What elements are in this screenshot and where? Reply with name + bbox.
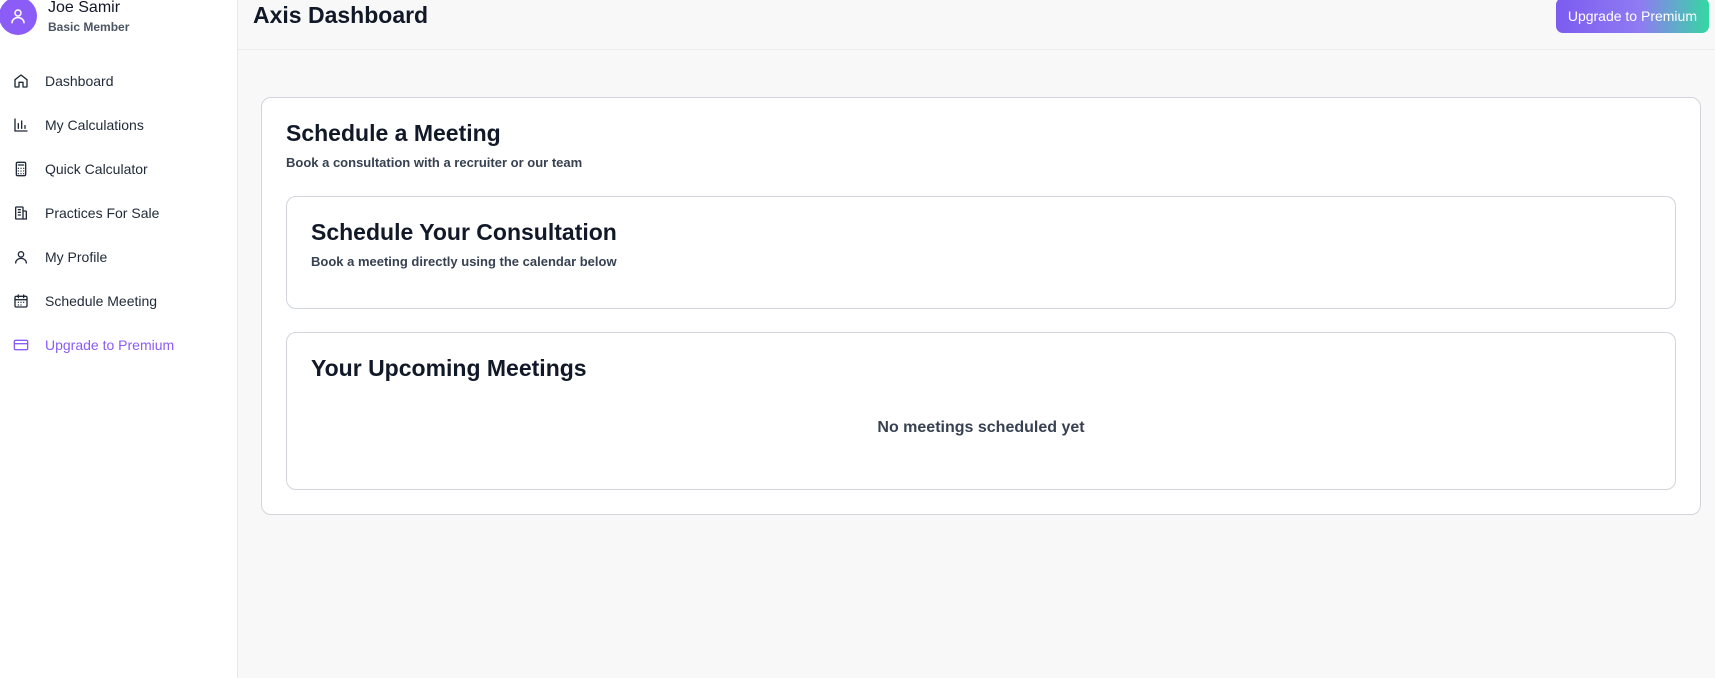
sidebar-item-my-profile[interactable]: My Profile [0, 235, 237, 279]
section-title: Schedule a Meeting [286, 120, 501, 146]
sidebar-item-label: Dashboard [45, 73, 114, 89]
sidebar-item-label: My Calculations [45, 117, 144, 133]
upcoming-meetings-card: Your Upcoming Meetings No meetings sched… [286, 332, 1676, 490]
sidebar-item-quick-calculator[interactable]: Quick Calculator [0, 147, 237, 191]
credit-card-icon [13, 337, 29, 353]
app: Joe Samir Basic Member Dashboard My Calc… [0, 0, 1715, 678]
sidebar-item-dashboard[interactable]: Dashboard [0, 59, 237, 103]
sidebar-item-label: Schedule Meeting [45, 293, 158, 309]
main-content: Axis Dashboard Upgrade to Premium Schedu… [238, 0, 1715, 678]
upcoming-title: Your Upcoming Meetings [311, 355, 587, 381]
consultation-subtitle: Book a meeting directly using the calend… [311, 254, 617, 269]
empty-state-text: No meetings scheduled yet [877, 419, 1085, 436]
home-icon [13, 73, 29, 89]
sidebar-item-my-calculations[interactable]: My Calculations [0, 103, 237, 147]
consultation-card: Schedule Your Consultation Book a meetin… [286, 196, 1676, 309]
calculator-icon [13, 161, 29, 177]
sidebar-item-label: Practices For Sale [45, 205, 160, 221]
user-icon [11, 9, 25, 24]
avatar [0, 0, 37, 35]
sidebar-item-label: My Profile [45, 249, 108, 265]
user-name: Joe Samir [48, 0, 121, 16]
sidebar-item-label: Upgrade to Premium [45, 337, 175, 353]
sidebar-item-upgrade-to-premium[interactable]: Upgrade to Premium [0, 323, 237, 367]
calendar-icon [13, 293, 29, 309]
section-subtitle: Book a consultation with a recruiter or … [286, 155, 583, 170]
page-title: Axis Dashboard [253, 2, 429, 28]
sidebar-item-label: Quick Calculator [45, 161, 148, 177]
schedule-meeting-card: Schedule a Meeting Book a consultation w… [261, 97, 1701, 515]
bar-chart-icon [13, 117, 29, 133]
user-profile[interactable]: Joe Samir Basic Member [0, 0, 129, 35]
top-bar: Axis Dashboard Upgrade to Premium [238, 0, 1715, 50]
sidebar-item-practices-for-sale[interactable]: Practices For Sale [0, 191, 237, 235]
building-icon [13, 205, 29, 221]
consultation-title: Schedule Your Consultation [311, 219, 617, 245]
sidebar: Joe Samir Basic Member Dashboard My Calc… [0, 0, 238, 678]
sidebar-item-schedule-meeting[interactable]: Schedule Meeting [0, 279, 237, 323]
sidebar-nav: Dashboard My Calculations Quick Calculat… [0, 59, 237, 367]
user-tier: Basic Member [48, 19, 130, 34]
user-icon [13, 249, 29, 265]
upgrade-to-premium-button[interactable]: Upgrade to Premium [1555, 0, 1709, 33]
